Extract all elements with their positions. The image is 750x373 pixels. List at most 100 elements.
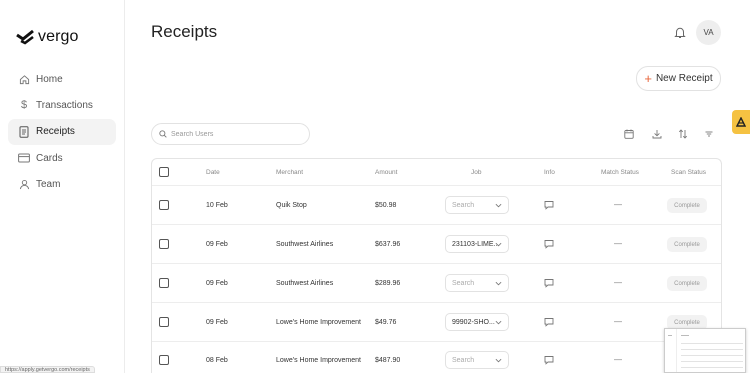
search-box[interactable] [151,123,310,145]
sidebar: vergo Home $ Transactions Receipts Cards [0,0,125,373]
calendar-icon[interactable] [623,128,635,140]
job-select[interactable]: 231103-LIME... [445,235,509,253]
thumbnail-mark [668,335,672,336]
comment-icon[interactable] [544,278,554,288]
row-checkbox[interactable] [159,317,169,327]
merchant-cell: Southwest Airlines [276,241,334,248]
comment-icon[interactable] [544,239,554,249]
job-select[interactable]: Search [445,196,509,214]
table-row[interactable]: 09 Feb Lowe's Home Improvement $49.76 99… [152,303,721,342]
new-receipt-label: New Receipt [655,73,713,84]
row-checkbox[interactable] [159,278,169,288]
date-cell: 09 Feb [206,280,228,287]
chevron-down-icon [495,281,502,286]
side-widget-tab[interactable] [732,110,750,134]
chevron-down-icon [495,358,502,363]
merchant-cell: Lowe's Home Improvement [276,357,361,364]
select-all-checkbox[interactable] [159,167,169,177]
card-icon [18,152,30,164]
chevron-down-icon [495,320,502,325]
amount-cell: $49.76 [375,319,397,326]
job-select-value: Search [452,201,475,209]
thumbnail-line [681,349,743,350]
sidebar-item-team[interactable]: Team [8,172,116,198]
chevron-down-icon [495,203,502,208]
download-icon[interactable] [651,128,663,140]
receipt-icon [18,126,30,138]
plus-icon: + [644,71,652,86]
job-select[interactable]: Search [445,274,509,292]
table-row[interactable]: 09 Feb Southwest Airlines $289.96 Search… [152,264,721,303]
column-header-date[interactable]: Date [206,169,220,176]
screenshot-thumbnail[interactable] [664,328,746,373]
sidebar-item-label: Transactions [36,99,93,111]
job-select-value: 99902-SHO... [452,318,495,326]
table-row[interactable]: 08 Feb Lowe's Home Improvement $487.90 S… [152,342,721,373]
match-status-cell: — [614,317,622,326]
row-checkbox[interactable] [159,239,169,249]
column-header-match-status[interactable]: Match Status [601,169,639,176]
home-icon [18,73,30,85]
table-row[interactable]: 09 Feb Southwest Airlines $637.96 231103… [152,225,721,264]
sidebar-item-home[interactable]: Home [8,66,116,92]
status-bar-url: https://apply.getvergo.com/receipts [0,366,95,373]
comment-icon[interactable] [544,200,554,210]
row-checkbox[interactable] [159,355,169,365]
column-header-job[interactable]: Job [471,169,481,176]
sidebar-nav: Home $ Transactions Receipts Cards Team [8,66,116,198]
column-header-info[interactable]: Info [544,169,555,176]
date-cell: 10 Feb [206,202,228,209]
amount-cell: $289.96 [375,280,401,287]
date-cell: 08 Feb [206,357,228,364]
sidebar-item-label: Home [36,73,63,85]
job-select[interactable]: Search [445,351,509,369]
match-status-cell: — [614,239,622,248]
vergo-logo[interactable]: vergo [16,28,79,46]
table-row[interactable]: 10 Feb Quik Stop $50.98 Search — Complet… [152,186,721,225]
scan-status-badge: Complete [667,198,707,213]
thumbnail-line [681,343,743,344]
match-status-cell: — [614,355,622,364]
table-header: Date Merchant Amount Job Info Match Stat… [152,159,721,186]
date-cell: 09 Feb [206,319,228,326]
sidebar-item-label: Team [36,179,61,191]
vergo-logo-icon [16,29,34,45]
column-header-merchant[interactable]: Merchant [276,169,303,176]
sidebar-item-transactions[interactable]: $ Transactions [8,92,116,118]
merchant-cell: Lowe's Home Improvement [276,319,361,326]
column-header-amount[interactable]: Amount [375,169,397,176]
thumbnail-mark [681,335,689,336]
receipts-table: Date Merchant Amount Job Info Match Stat… [151,158,722,373]
filter-icon[interactable] [703,128,715,140]
row-checkbox[interactable] [159,200,169,210]
widget-logo-icon [736,117,746,127]
job-select[interactable]: 99902-SHO... [445,313,509,331]
dollar-icon: $ [20,99,28,112]
sidebar-item-cards[interactable]: Cards [8,145,116,171]
column-header-scan-status[interactable]: Scan Status [671,169,706,176]
match-status-cell: — [614,200,622,209]
search-input[interactable] [171,130,301,138]
new-receipt-button[interactable]: + New Receipt [636,66,721,91]
comment-icon[interactable] [544,355,554,365]
thumbnail-line [681,355,743,356]
match-status-cell: — [614,278,622,287]
amount-cell: $50.98 [375,202,397,209]
sidebar-item-label: Receipts [36,126,75,138]
comment-icon[interactable] [544,317,554,327]
chevron-down-icon [495,242,502,247]
amount-cell: $637.96 [375,241,401,248]
sidebar-item-receipts[interactable]: Receipts [8,118,116,145]
brand-name: vergo [38,28,79,45]
bell-icon[interactable] [674,26,688,40]
job-select-value: Search [452,356,475,364]
sort-icon[interactable] [677,128,689,140]
user-icon [18,179,30,191]
amount-cell: $487.90 [375,357,401,364]
avatar[interactable]: VA [696,20,721,45]
page-title: Receipts [151,22,218,41]
date-cell: 09 Feb [206,241,228,248]
job-select-value: Search [452,279,475,287]
thumbnail-line [681,361,743,362]
scan-status-badge: Complete [667,237,707,252]
